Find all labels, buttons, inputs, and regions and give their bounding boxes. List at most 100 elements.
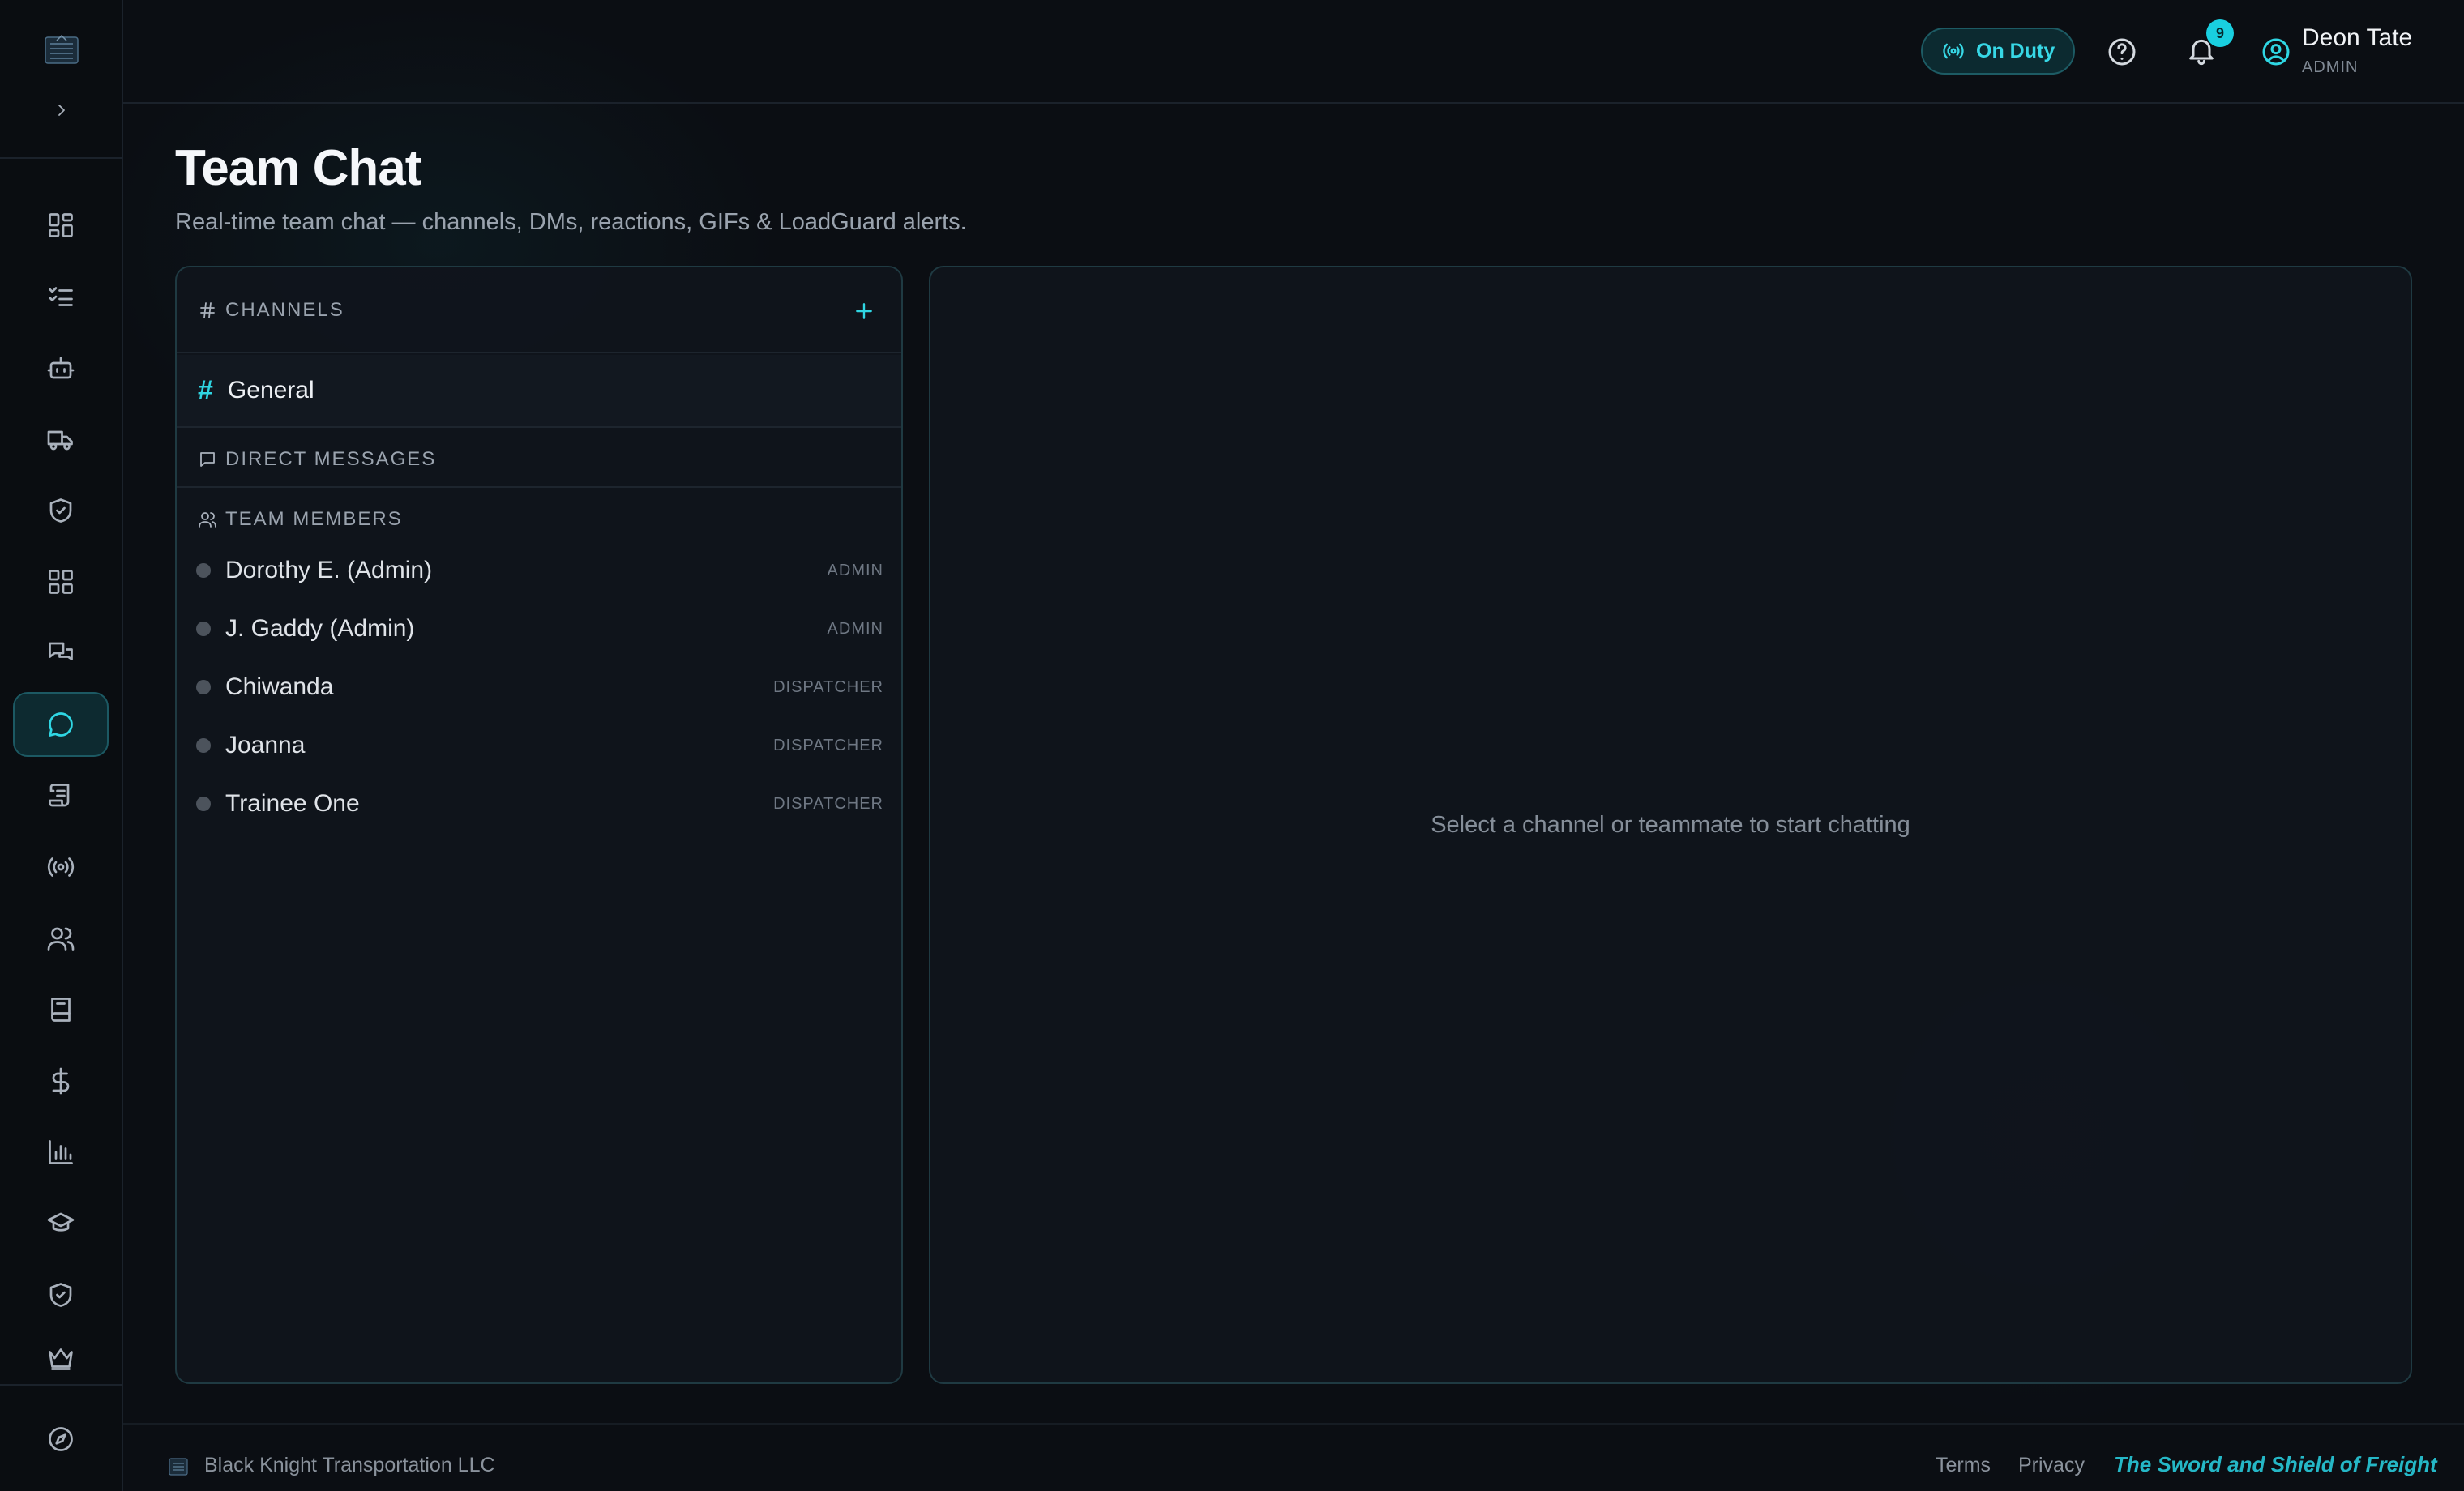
company-logo-icon — [169, 1458, 188, 1476]
truck-icon — [47, 430, 73, 451]
company-name: Black Knight Transportation LLC — [204, 1454, 495, 1476]
bot-icon — [47, 357, 75, 379]
chevron-right-icon — [58, 105, 65, 116]
divider — [177, 426, 901, 428]
sidebar-divider — [0, 1384, 122, 1386]
crown-icon — [49, 1348, 73, 1370]
team-member-item[interactable]: Dorothy E. (Admin) ADMIN — [177, 541, 901, 600]
shield-check-icon — [49, 498, 72, 523]
member-name: Dorothy E. (Admin) — [225, 557, 433, 583]
duty-status-label: On Duty — [1976, 39, 2055, 62]
nav-billing[interactable] — [13, 1049, 109, 1113]
presence-dot — [196, 680, 211, 694]
member-name: Trainee One — [225, 790, 360, 817]
nav-tasks[interactable] — [13, 264, 109, 329]
company-logo[interactable] — [41, 31, 83, 70]
app-root: On Duty 9 Deon Tate ADMIN Team Chat Real… — [0, 0, 2464, 1491]
message-square-icon — [200, 452, 215, 467]
bar-chart-icon — [49, 1140, 73, 1164]
sidebar-divider — [0, 157, 122, 159]
hash-icon: # — [198, 374, 213, 406]
footer: Black Knight Transportation LLC Terms Pr… — [123, 1423, 2464, 1491]
hash-icon — [200, 302, 215, 318]
nav-premium[interactable] — [13, 1334, 109, 1382]
chat-sidebar-panel: CHANNELS # General DIRECT MESSAGES TEAM … — [175, 266, 903, 1384]
channels-header: CHANNELS — [177, 292, 901, 329]
user-role: ADMIN — [2302, 58, 2359, 76]
messages-icon — [49, 642, 73, 660]
presence-dot — [196, 563, 211, 578]
apps-grid-icon — [49, 570, 73, 594]
users-icon — [199, 512, 216, 528]
member-role: DISPATCHER — [773, 736, 883, 754]
chat-icon — [49, 712, 73, 737]
member-role: ADMIN — [827, 619, 883, 638]
divider — [177, 352, 901, 353]
nav-assistant[interactable] — [13, 335, 109, 400]
team-member-item[interactable]: Joanna DISPATCHER — [177, 716, 901, 775]
nav-broadcast[interactable] — [13, 835, 109, 899]
nav-apps[interactable] — [13, 549, 109, 614]
page-title: Team Chat — [175, 140, 421, 196]
add-channel-button[interactable] — [846, 293, 882, 329]
direct-messages-label: DIRECT MESSAGES — [225, 448, 437, 470]
plus-icon — [856, 303, 872, 319]
presence-dot — [196, 797, 211, 811]
empty-state-message: Select a channel or teammate to start ch… — [1431, 811, 1910, 838]
privacy-link[interactable]: Privacy — [2018, 1454, 2085, 1477]
book-icon — [51, 998, 71, 1022]
nav-messages[interactable] — [13, 621, 109, 686]
nav-dashboard[interactable] — [13, 193, 109, 258]
nav-security[interactable] — [13, 1262, 109, 1327]
presence-dot — [196, 622, 211, 636]
dashboard-icon — [49, 213, 73, 237]
compass-icon — [49, 1427, 73, 1451]
users-icon — [47, 927, 75, 951]
divider — [177, 486, 901, 488]
nav-documents[interactable] — [13, 763, 109, 828]
member-name: Joanna — [225, 732, 306, 758]
user-avatar-icon[interactable] — [2260, 36, 2292, 68]
team-member-item[interactable]: Chiwanda DISPATCHER — [177, 658, 901, 716]
member-name: J. Gaddy (Admin) — [225, 615, 415, 642]
member-role: ADMIN — [827, 561, 883, 579]
presence-dot — [196, 738, 211, 753]
terms-link[interactable]: Terms — [1936, 1454, 1991, 1477]
member-role: DISPATCHER — [773, 677, 883, 696]
page-subtitle: Real-time team chat — channels, DMs, rea… — [175, 209, 967, 235]
dollar-icon — [52, 1067, 70, 1095]
help-icon[interactable] — [2106, 36, 2138, 68]
graduation-cap-icon — [47, 1212, 75, 1232]
team-members-label: TEAM MEMBERS — [225, 508, 403, 530]
channel-name: General — [227, 377, 314, 404]
notification-badge: 9 — [2206, 19, 2234, 47]
channel-item-general[interactable]: # General — [177, 355, 901, 426]
user-name[interactable]: Deon Tate — [2302, 24, 2412, 52]
logo-emblem-icon — [45, 34, 79, 64]
nav-compliance[interactable] — [13, 478, 109, 543]
nav-explore[interactable] — [13, 1407, 109, 1472]
tagline: The Sword and Shield of Freight — [2114, 1452, 2437, 1476]
expand-sidebar-button[interactable] — [45, 94, 78, 126]
scroll-icon — [49, 784, 70, 807]
sidebar — [0, 0, 123, 1491]
team-member-item[interactable]: J. Gaddy (Admin) ADMIN — [177, 600, 901, 658]
nav-loads[interactable] — [13, 407, 109, 472]
broadcast-icon — [47, 857, 75, 877]
nav-team-chat[interactable] — [13, 692, 109, 757]
duty-status-toggle[interactable]: On Duty — [1921, 28, 2075, 75]
checklist-icon — [49, 287, 73, 306]
member-name: Chiwanda — [225, 673, 334, 700]
team-member-item[interactable]: Trainee One DISPATCHER — [177, 775, 901, 833]
nav-training[interactable] — [13, 1191, 109, 1256]
chat-conversation-panel: Select a channel or teammate to start ch… — [929, 266, 2412, 1384]
direct-messages-header: DIRECT MESSAGES — [177, 441, 901, 478]
member-role: DISPATCHER — [773, 794, 883, 813]
nav-team[interactable] — [13, 906, 109, 971]
nav-library[interactable] — [13, 977, 109, 1042]
team-members-header: TEAM MEMBERS — [177, 501, 901, 538]
broadcast-icon — [1943, 43, 1964, 59]
shield-check-icon — [49, 1283, 72, 1307]
channels-label: CHANNELS — [225, 299, 344, 321]
nav-reports[interactable] — [13, 1120, 109, 1185]
